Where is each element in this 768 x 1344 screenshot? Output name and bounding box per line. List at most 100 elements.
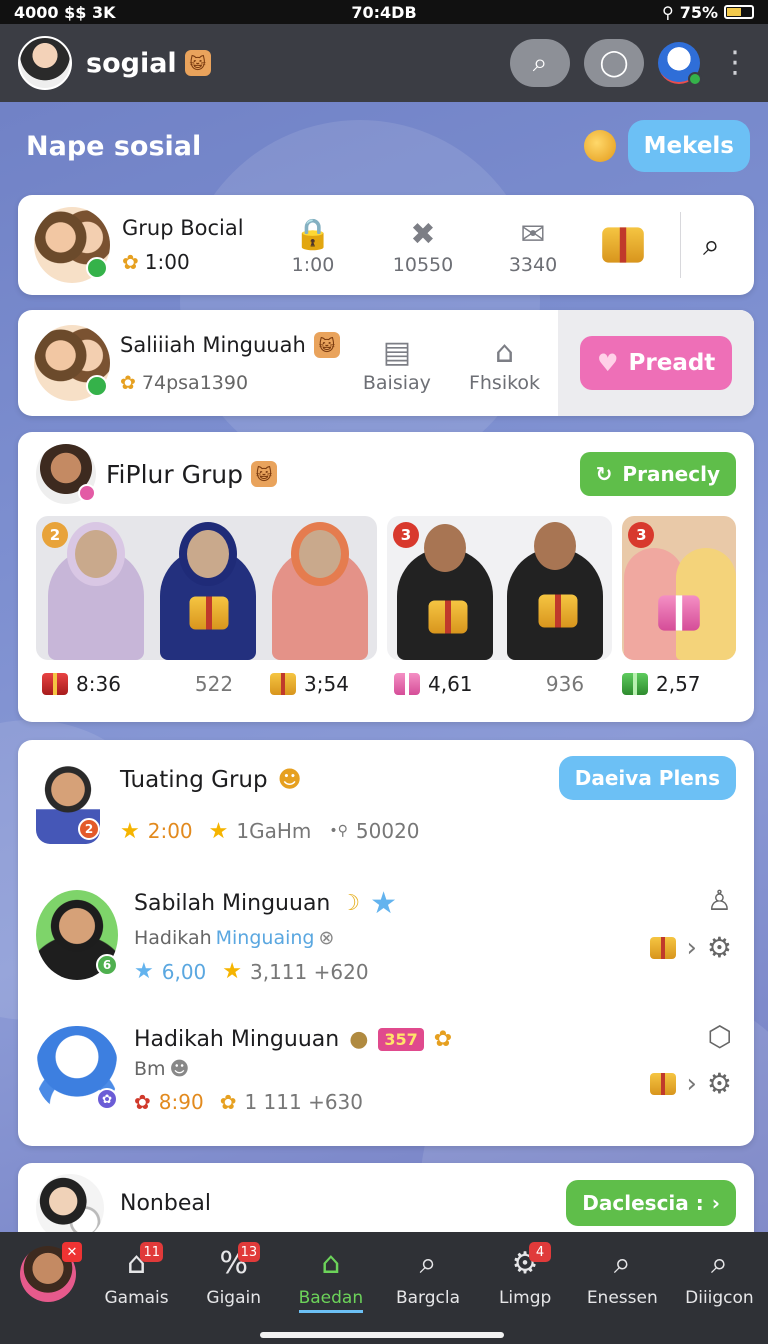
photo-group-family[interactable]: 3 <box>622 516 737 660</box>
group-sub-value: 74psa1390 <box>141 372 249 394</box>
user-icon[interactable]: ♙ <box>707 884 732 917</box>
group-avatar <box>34 325 110 401</box>
home-indicator[interactable] <box>260 1332 504 1338</box>
profile-avatar[interactable] <box>18 36 72 90</box>
gift-icon[interactable] <box>602 227 644 263</box>
group-card-fiplur[interactable]: FiPlur Grup 😺 ↻ Pranecly 2 3 3 8:36 522 3;… <box>18 432 754 722</box>
smiley-icon: ☻ <box>169 1057 190 1080</box>
nav-item-enessen[interactable]: ⌕ Enessen <box>574 1244 671 1309</box>
online-badge <box>86 375 108 397</box>
search-icon[interactable]: ⌕ <box>703 228 720 263</box>
heart-icon: ♥ <box>597 349 619 377</box>
cookie-icon: ✿ <box>122 250 139 274</box>
stat-value: 1 111 +630 <box>244 1089 363 1114</box>
group-card-bocial[interactable]: Grup Bocial ✿ 1:00 🔒 1:00 ✖ 10550 ✉ 3340 … <box>18 195 754 295</box>
cat-emoji-icon: 😺 <box>250 461 277 487</box>
stat-value: 2:00 <box>147 819 193 843</box>
gold-gift-icon <box>270 673 296 695</box>
preadt-label: Preadt <box>628 350 716 376</box>
photo-badge: 2 <box>42 522 68 548</box>
coin-icon <box>583 130 616 162</box>
pranecly-button[interactable]: ↻ Pranecly <box>579 452 736 496</box>
status-left: 4000 $$ 3K <box>14 2 116 22</box>
stat-value: 6,00 <box>161 959 207 984</box>
chevron-right-icon[interactable]: › <box>686 1069 696 1099</box>
nav-item-bargcla[interactable]: ⌕ Bargcla <box>379 1244 476 1309</box>
nav-label: Limgp <box>498 1288 552 1308</box>
cube-icon[interactable]: ⬡ <box>708 1020 732 1053</box>
flower-icon: ✿ <box>433 1026 453 1052</box>
photo-stat: 4,61 <box>394 672 508 696</box>
gift-icon <box>658 595 701 631</box>
group-row-sabilah[interactable]: 6 Sabilah Minguuan ☽ ★ Hadikah Minguaing ⊗ … <box>36 870 736 1000</box>
star-icon: ★ <box>120 818 140 844</box>
star-icon: ★ <box>370 886 398 921</box>
stat-lock[interactable]: 🔒 1:00 <box>258 214 368 277</box>
count-badge: 2 <box>78 818 100 840</box>
group-card-nonbeal[interactable]: Nonbeal Daclescia : › <box>18 1163 754 1243</box>
more-menu-icon[interactable]: ⋮ <box>720 48 750 78</box>
chevron-right-icon[interactable]: › <box>686 933 696 963</box>
divider <box>680 212 681 278</box>
group-title: Grup Bocial <box>122 216 244 240</box>
document-icon: ▤ <box>382 334 412 370</box>
gift-icon[interactable] <box>650 1072 677 1095</box>
group-title: Nonbeal <box>120 1190 211 1216</box>
member-avatar: 6 <box>36 890 118 980</box>
stat-value: 3340 <box>508 254 558 276</box>
photo-group-women[interactable]: 2 <box>36 516 377 660</box>
nav-item-gamais[interactable]: ⌂ 11 Gamais <box>88 1242 185 1308</box>
stat-value: 8:90 <box>158 1089 204 1114</box>
stat-value: 3,111 +620 <box>250 959 369 984</box>
mascot-icon[interactable] <box>658 42 702 86</box>
daclescia-button[interactable]: Daclescia : › <box>566 1180 736 1226</box>
close-badge-icon[interactable]: ✕ <box>62 1242 82 1262</box>
nav-item-gigain[interactable]: % 13 Gigain <box>185 1242 282 1308</box>
battery-level: 75% <box>679 2 718 22</box>
stat-mail[interactable]: ✉ 3340 <box>478 214 588 277</box>
nav-label: Diiigcon <box>685 1288 754 1308</box>
search-icon: ⌕ <box>419 1245 437 1281</box>
stat-value: 10550 <box>392 254 454 276</box>
stat-baisiay[interactable]: ▤ Baisiay <box>343 332 451 395</box>
page-header: Nape sosial Mekels <box>26 118 750 174</box>
cookie-icon: ☻ <box>277 766 302 793</box>
photo-group-men[interactable]: 3 <box>387 516 613 660</box>
settings-icon[interactable]: ⚙ <box>707 931 732 964</box>
stat-fhsikok[interactable]: ⌂ Fhsikok <box>451 332 559 395</box>
stat-value: 50020 <box>355 819 420 843</box>
daclescia-label: Daclescia : <box>582 1191 704 1215</box>
nav-badge: 11 <box>140 1242 163 1262</box>
nav-label: Bargcla <box>395 1288 461 1308</box>
nav-profile-avatar[interactable]: ✕ <box>20 1242 82 1302</box>
member-sub: Hadikah <box>134 927 212 949</box>
daeiva-plens-button[interactable]: Daeiva Plens <box>558 756 736 800</box>
gift-icon[interactable] <box>650 936 677 959</box>
photo-stat: 8:36 <box>42 672 158 696</box>
status-bar: 4000 $$ 3K 70:4DB ⚲ 75% <box>0 0 768 24</box>
preadt-button[interactable]: ♥ Preadt <box>580 336 733 390</box>
close-icon[interactable]: ⊗ <box>318 927 334 949</box>
tools-icon: ✖ <box>410 216 436 252</box>
status-badge: 6 <box>96 954 118 976</box>
photo-badge: 3 <box>393 522 419 548</box>
gift-icon <box>189 596 229 630</box>
chat-button[interactable]: ◯ <box>584 39 644 87</box>
stat-tools[interactable]: ✖ 10550 <box>368 214 478 277</box>
group-title: Saliiiah Minguuah <box>120 333 306 357</box>
nav-item-baedan[interactable]: ⌂ Baedan <box>282 1244 379 1313</box>
stat-label: Baisiay <box>362 372 431 394</box>
refresh-icon: ↻ <box>595 462 613 486</box>
search-button[interactable]: ⌕ <box>510 39 570 87</box>
member-title: Sabilah Minguuan <box>134 891 331 916</box>
lock-icon: 🔒 <box>294 216 332 252</box>
settings-icon[interactable]: ⚙ <box>707 1067 732 1100</box>
nav-item-diiigcon[interactable]: ⌕ Diiigcon <box>671 1244 768 1309</box>
group-row-tuating[interactable]: 2 Tuating Grup ☻ ★ 2:00 ★ 1GaHm •⚲ 50020 Dae… <box>36 740 736 870</box>
group-avatar: 2 <box>36 766 100 844</box>
nav-item-limgp[interactable]: ⚙ 4 Limgp <box>477 1242 574 1308</box>
group-card-minguuah[interactable]: Saliiiah Minguuah 😺 ✿ 74psa1390 ▤ Baisiay … <box>18 310 754 416</box>
group-row-hadikah[interactable]: ✿ Hadikah Minguuan ● 357 ✿ Bm ☻ ✿ 8:90 ✿ 1 111… <box>36 1000 736 1140</box>
search-icon: ⌕ <box>613 1245 631 1281</box>
mekels-button[interactable]: Mekels <box>627 120 750 172</box>
